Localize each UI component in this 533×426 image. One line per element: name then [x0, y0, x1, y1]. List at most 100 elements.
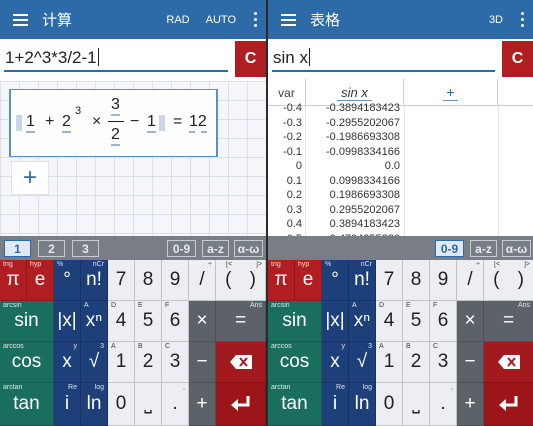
keypad-tab-1[interactable]: 1 — [4, 240, 31, 257]
enter-key[interactable] — [484, 383, 533, 426]
sqrt-key[interactable]: √ 3 — [81, 342, 108, 383]
function-input[interactable]: sin x — [272, 46, 495, 72]
digit-3-key[interactable]: 3C — [430, 342, 457, 383]
variable-x-key[interactable]: xy — [54, 342, 81, 383]
table-row[interactable]: -0.2 -0.1986693308 — [268, 130, 533, 145]
add-expression-button[interactable]: + — [11, 161, 49, 195]
digit-6-key[interactable]: 6F — [430, 301, 457, 342]
table-row[interactable]: -0.3 -0.2955202067 — [268, 116, 533, 131]
decimal-point-key[interactable]: ., — [162, 383, 189, 426]
keypad-tab-2[interactable]: 2 — [38, 240, 65, 257]
plus-key[interactable]: + — [189, 383, 216, 426]
digit-7-key[interactable]: 7 — [376, 260, 403, 301]
abs-key[interactable]: |x| — [54, 301, 81, 342]
table-row[interactable]: 0.3 0.2955202067 — [268, 203, 533, 218]
backspace-key[interactable] — [216, 342, 266, 383]
overflow-menu-icon[interactable] — [511, 0, 533, 39]
degree-key[interactable]: °% — [54, 260, 81, 301]
backspace-key[interactable] — [484, 342, 533, 383]
digit-9-key[interactable]: 9 — [430, 260, 457, 301]
digit-2-key[interactable]: 2B — [135, 342, 162, 383]
keypad-tab-4[interactable]: 0-9 — [167, 240, 196, 257]
cos-key[interactable]: cos arccos — [0, 342, 54, 383]
plus-key[interactable]: + — [457, 383, 484, 426]
tan-key[interactable]: tan arctan — [0, 383, 54, 426]
clear-button[interactable]: C — [502, 41, 533, 77]
sin-key[interactable]: sin arcsin — [0, 301, 54, 342]
abs-key[interactable]: |x| — [322, 301, 349, 342]
digit-6-key[interactable]: 6F — [162, 301, 189, 342]
degree-key[interactable]: °% — [322, 260, 349, 301]
digit-5-key[interactable]: 5E — [403, 301, 430, 342]
parentheses-key[interactable]: () [<]> — [216, 260, 266, 301]
digit-1-key[interactable]: 1A — [108, 342, 135, 383]
factorial-key[interactable]: n! nCr — [81, 260, 108, 301]
power-key[interactable]: xⁿ A — [349, 301, 376, 342]
keypad-tab-2[interactable]: a-z — [470, 240, 497, 257]
key-label: π — [274, 269, 288, 290]
digit-3-key[interactable]: 3C — [162, 342, 189, 383]
keypad-tab-1[interactable]: 0-9 — [435, 240, 464, 257]
multiply-key[interactable]: × — [189, 301, 216, 342]
digit-9-key[interactable]: 9 — [162, 260, 189, 301]
sqrt-key[interactable]: √ 3 — [349, 342, 376, 383]
multiply-key[interactable]: × — [457, 301, 484, 342]
minus-key[interactable]: − — [189, 342, 216, 383]
equals-key[interactable]: = Ans — [484, 301, 533, 342]
power-key[interactable]: xⁿ A — [81, 301, 108, 342]
digit-2-key[interactable]: 2B — [403, 342, 430, 383]
hamburger-menu-icon[interactable] — [0, 0, 40, 39]
keypad-tab-5[interactable]: a-z — [202, 240, 229, 257]
angle-mode-button[interactable]: RAD — [166, 14, 189, 26]
ln-key[interactable]: ln log — [349, 383, 376, 426]
divide-key[interactable]: / ÷ — [457, 260, 484, 301]
table-row[interactable]: 0.1 0.0998334166 — [268, 174, 533, 189]
table-row[interactable]: -0.4 -0.3894183423 — [268, 101, 533, 116]
digit-8-key[interactable]: 8 — [135, 260, 162, 301]
hamburger-menu-icon[interactable] — [268, 0, 308, 39]
imaginary-i-key[interactable]: i Re — [54, 383, 81, 426]
cos-key[interactable]: cos arccos — [268, 342, 322, 383]
formatted-expression[interactable]: 1 + 2 3 × 3 2 − 1 = 12 — [9, 89, 218, 157]
e-key[interactable]: e hyp — [27, 260, 54, 301]
digit-0-key[interactable]: 0 — [108, 383, 135, 426]
table-row[interactable]: 0.4 0.3894183423 — [268, 217, 533, 232]
enter-key[interactable] — [216, 383, 266, 426]
digit-8-key[interactable]: 8 — [403, 260, 430, 301]
parentheses-key[interactable]: () [<]> — [484, 260, 533, 301]
pi-key[interactable]: π trig — [268, 260, 295, 301]
table-row[interactable]: 0.2 0.1986693308 — [268, 188, 533, 203]
pi-key[interactable]: π trig — [0, 260, 27, 301]
clear-button[interactable]: C — [235, 41, 266, 77]
imaginary-i-key[interactable]: i Re — [322, 383, 349, 426]
overflow-menu-icon[interactable] — [244, 0, 266, 39]
ln-key[interactable]: ln log — [81, 383, 108, 426]
variable-x-key[interactable]: xy — [322, 342, 349, 383]
digit-4-key[interactable]: 4D — [108, 301, 135, 342]
expression-input[interactable]: 1+2^3*3/2-1 — [4, 46, 228, 72]
space-key[interactable]: ⎵ — [135, 383, 162, 426]
key-secondary-label: ÷ — [476, 261, 480, 268]
keypad-tab-6[interactable]: α-ω — [234, 240, 263, 257]
math-operator: × — [92, 113, 102, 130]
minus-key[interactable]: − — [457, 342, 484, 383]
table-row[interactable]: -0.1 -0.0998334166 — [268, 145, 533, 160]
digit-4-key[interactable]: 4D — [376, 301, 403, 342]
factorial-key[interactable]: n! nCr — [349, 260, 376, 301]
equals-key[interactable]: = Ans — [216, 301, 266, 342]
tan-key[interactable]: tan arctan — [268, 383, 322, 426]
table-row[interactable]: 0 0.0 — [268, 159, 533, 174]
digit-5-key[interactable]: 5E — [135, 301, 162, 342]
divide-key[interactable]: / ÷ — [189, 260, 216, 301]
digit-1-key[interactable]: 1A — [376, 342, 403, 383]
format-mode-button[interactable]: AUTO — [206, 14, 236, 26]
space-key[interactable]: ⎵ — [403, 383, 430, 426]
e-key[interactable]: e hyp — [295, 260, 322, 301]
keypad-tab-3[interactable]: 3 — [72, 240, 99, 257]
digit-7-key[interactable]: 7 — [108, 260, 135, 301]
digit-0-key[interactable]: 0 — [376, 383, 403, 426]
view-3d-button[interactable]: 3D — [489, 14, 503, 26]
keypad-tab-3[interactable]: α-ω — [502, 240, 531, 257]
sin-key[interactable]: sin arcsin — [268, 301, 322, 342]
decimal-point-key[interactable]: ., — [430, 383, 457, 426]
